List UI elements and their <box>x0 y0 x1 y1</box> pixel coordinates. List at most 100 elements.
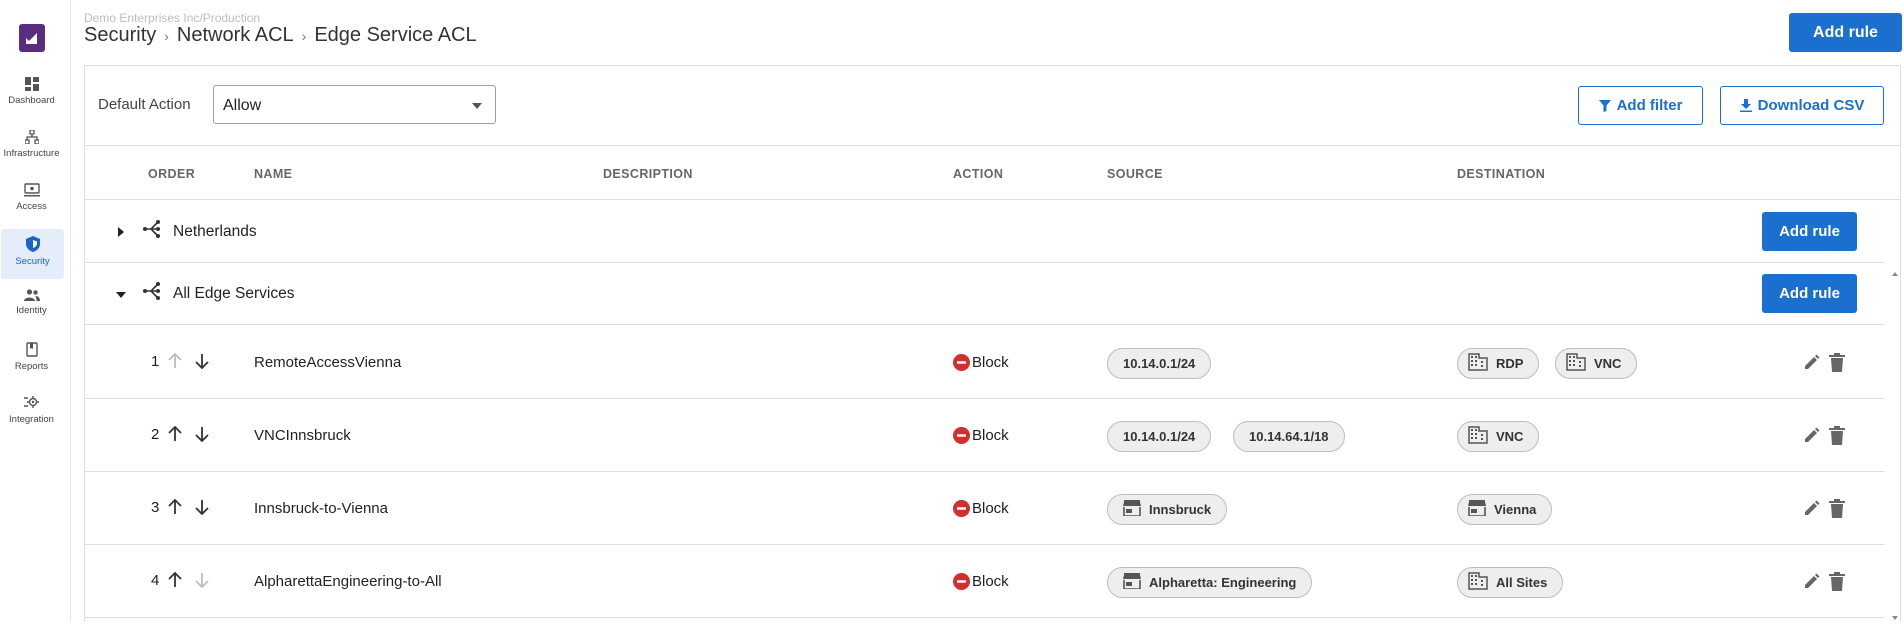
row-actions <box>1803 426 1845 445</box>
move-up-icon[interactable] <box>168 499 182 515</box>
sidebar-item-integration[interactable]: Integration <box>0 388 63 438</box>
column-header-description[interactable]: DESCRIPTION <box>603 167 693 181</box>
column-header-action[interactable]: ACTION <box>953 167 1003 181</box>
rule-order: 3 <box>151 499 160 516</box>
rule-action-label: Block <box>972 427 1009 444</box>
integration-icon <box>24 396 39 408</box>
sidebar-item-label: Identity <box>16 305 47 316</box>
column-header-source[interactable]: SOURCE <box>1107 167 1163 181</box>
table-row[interactable]: 3 Innsbruck-to-Vienna Block Innsbruck Vienna <box>85 472 1885 545</box>
sidebar-item-label: Integration <box>9 414 54 425</box>
source-chip[interactable]: 10.14.0.1/24 <box>1107 421 1212 452</box>
breadcrumb-security[interactable]: Security <box>84 24 156 47</box>
row-actions <box>1803 572 1845 591</box>
edit-icon[interactable] <box>1803 353 1821 371</box>
sidebar-item-reports[interactable]: Reports <box>0 335 63 385</box>
org-path: Demo Enterprises Inc/Production <box>84 11 261 25</box>
breadcrumb-network-acl[interactable]: Network ACL <box>177 24 294 47</box>
scrollbar[interactable] <box>1890 269 1900 623</box>
add-rule-button[interactable]: Add rule <box>1789 13 1902 52</box>
expand-icon[interactable] <box>118 227 124 237</box>
store-icon <box>1123 573 1141 592</box>
source-chip[interactable]: 10.14.0.1/24 <box>1107 348 1212 379</box>
infrastructure-icon <box>24 130 39 144</box>
move-down-icon <box>195 573 209 588</box>
building-icon <box>1566 353 1586 374</box>
move-down-icon[interactable] <box>195 426 209 442</box>
rule-action-label: Block <box>972 500 1009 517</box>
collapse-icon[interactable] <box>116 292 126 298</box>
source-chip[interactable]: Innsbruck <box>1107 494 1228 525</box>
delete-icon[interactable] <box>1829 426 1845 445</box>
sidebar-item-label: Access <box>16 201 47 212</box>
group-add-rule-button[interactable]: Add rule <box>1762 274 1857 313</box>
sidebar-item-security[interactable]: Security <box>1 229 64 279</box>
add-filter-label: Add filter <box>1616 97 1683 114</box>
add-filter-button[interactable]: Add filter <box>1578 86 1703 125</box>
destination-chip[interactable]: Vienna <box>1457 494 1553 525</box>
breadcrumb-separator-icon: › <box>301 27 307 44</box>
shield-icon <box>25 236 40 252</box>
table-row[interactable]: 1 RemoteAccessVienna Block 10.14.0.1/24 RDP V… <box>85 326 1885 399</box>
network-icon <box>143 282 160 300</box>
rule-action-label: Block <box>972 354 1009 371</box>
store-icon <box>1123 500 1141 519</box>
rule-name[interactable]: Innsbruck-to-Vienna <box>254 500 388 517</box>
group-row: All Edge Services Add rule <box>85 263 1885 325</box>
destination-chip[interactable]: All Sites <box>1457 567 1564 598</box>
rule-name[interactable]: AlpharettaEngineering-to-All <box>254 573 442 590</box>
sidebar-item-dashboard[interactable]: Dashboard <box>0 70 63 120</box>
sidebar-item-label: Reports <box>14 361 49 372</box>
source-chip-label: Alpharetta: Engineering <box>1149 575 1297 590</box>
building-icon <box>1468 353 1488 374</box>
download-csv-button[interactable]: Download CSV <box>1720 86 1884 125</box>
column-header-name[interactable]: NAME <box>254 167 292 181</box>
sidebar: Dashboard Infrastructure Access Security… <box>0 0 71 622</box>
default-action-value: Allow <box>223 97 262 114</box>
rule-name[interactable]: RemoteAccessVienna <box>254 354 401 371</box>
table-row[interactable]: 2 VNCInnsbruck Block 10.14.0.1/24 10.14.64.1… <box>85 399 1885 472</box>
source-chip[interactable]: 10.14.64.1/18 <box>1233 421 1345 452</box>
block-icon <box>953 427 970 444</box>
people-icon <box>23 289 40 301</box>
column-header-order[interactable]: ORDER <box>148 167 195 181</box>
edit-icon[interactable] <box>1803 426 1821 444</box>
group-row: Netherlands Add rule <box>85 201 1885 263</box>
destination-chip[interactable]: VNC <box>1555 348 1638 379</box>
scrollbar-arrows-icon <box>1892 272 1898 620</box>
group-add-rule-button[interactable]: Add rule <box>1762 212 1857 251</box>
move-up-icon[interactable] <box>168 572 182 588</box>
rule-action: Block <box>953 500 1009 517</box>
sidebar-item-identity[interactable]: Identity <box>0 282 63 332</box>
destination-chip[interactable]: VNC <box>1457 421 1540 452</box>
edit-icon[interactable] <box>1803 499 1821 517</box>
destination-chip-label: All Sites <box>1496 575 1548 590</box>
source-chip[interactable]: Alpharetta: Engineering <box>1107 567 1313 598</box>
destination-chip-label: RDP <box>1496 356 1524 371</box>
destination-chip-label: VNC <box>1594 356 1622 371</box>
rule-order: 4 <box>151 572 160 589</box>
move-down-icon[interactable] <box>195 353 209 369</box>
delete-icon[interactable] <box>1829 499 1845 518</box>
move-down-icon[interactable] <box>195 499 209 515</box>
breadcrumb-separator-icon: › <box>164 27 169 44</box>
app-logo[interactable] <box>19 24 45 52</box>
block-icon <box>953 354 970 371</box>
access-icon <box>23 183 40 197</box>
caret-down-icon <box>472 103 482 109</box>
edit-icon[interactable] <box>1803 572 1821 590</box>
delete-icon[interactable] <box>1829 572 1845 591</box>
sidebar-item-access[interactable]: Access <box>0 176 63 226</box>
rule-action-label: Block <box>972 573 1009 590</box>
move-up-icon[interactable] <box>168 426 182 442</box>
default-action-select[interactable]: Allow <box>213 85 496 124</box>
column-header-destination[interactable]: DESTINATION <box>1457 167 1545 181</box>
table-row[interactable]: 4 AlpharettaEngineering-to-All Block Alphar… <box>85 545 1885 618</box>
rule-name[interactable]: VNCInnsbruck <box>254 427 351 444</box>
page-title: Edge Service ACL <box>314 24 477 46</box>
destination-chip[interactable]: RDP <box>1457 348 1540 379</box>
sidebar-item-infrastructure[interactable]: Infrastructure <box>0 123 63 173</box>
reports-icon <box>25 342 38 357</box>
filter-icon <box>1598 99 1611 112</box>
delete-icon[interactable] <box>1829 353 1845 372</box>
